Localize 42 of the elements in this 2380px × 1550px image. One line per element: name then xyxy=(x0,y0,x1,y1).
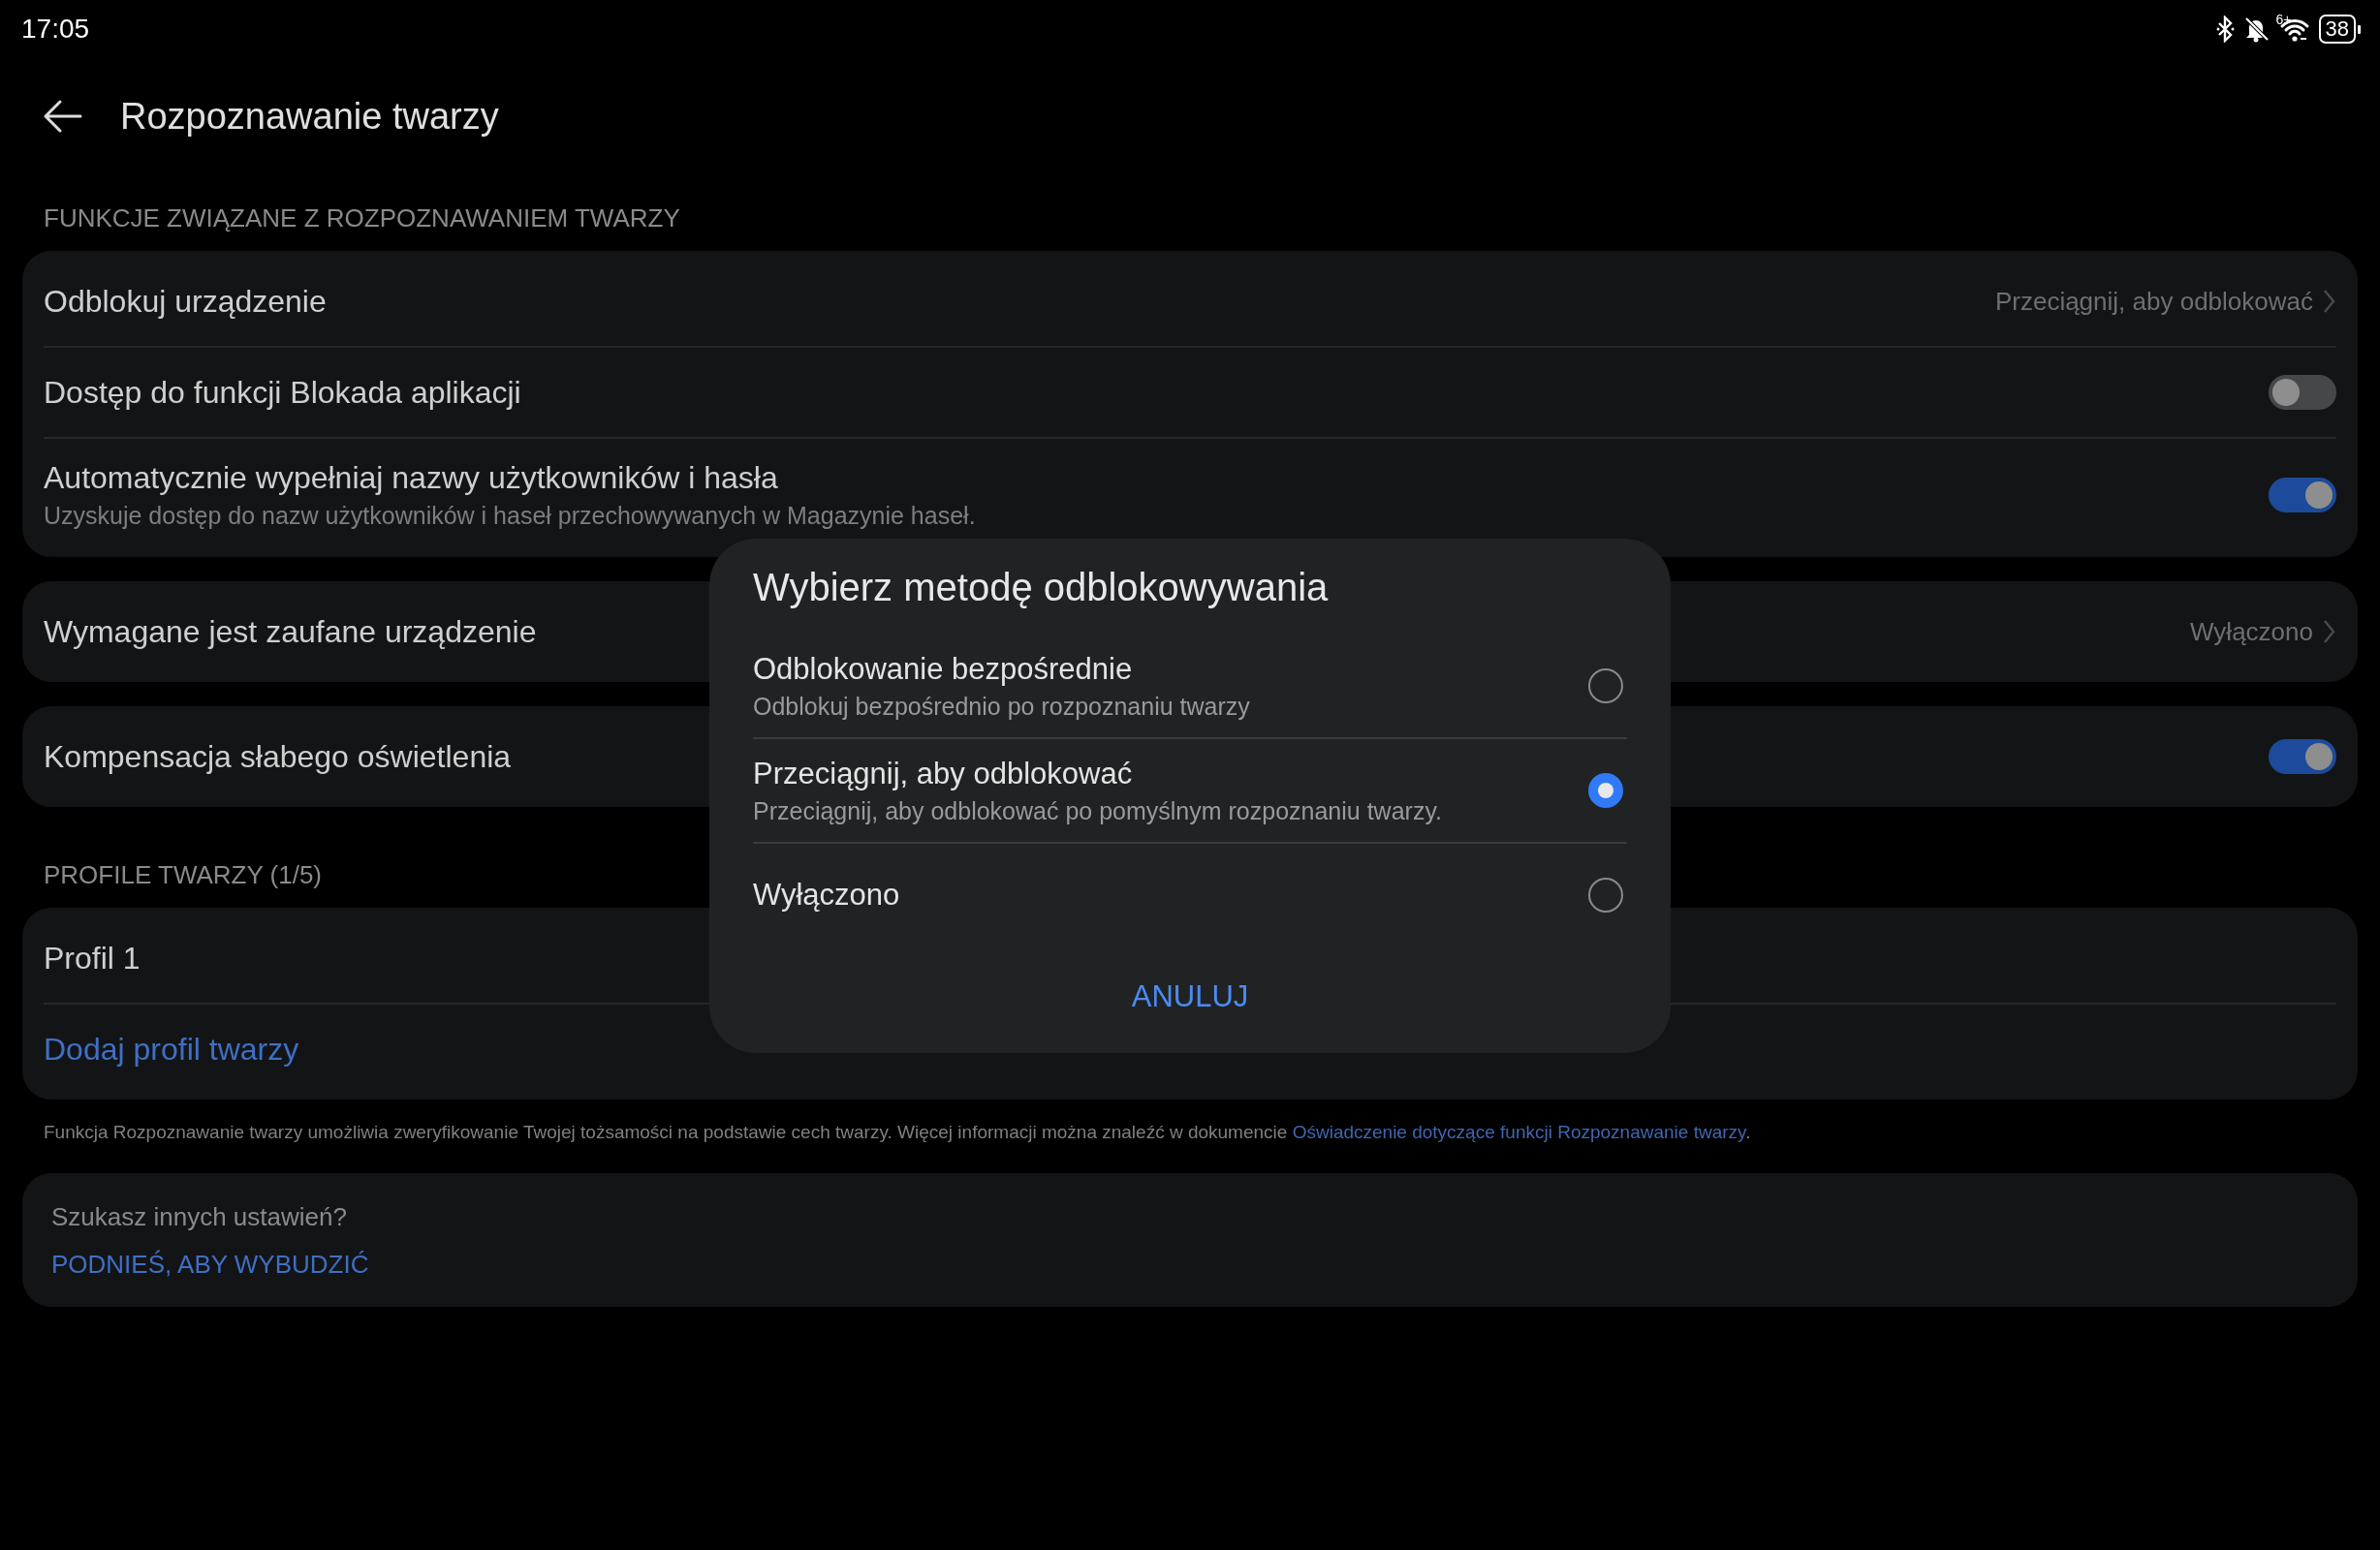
back-arrow-icon xyxy=(43,98,83,135)
toggle-switch[interactable] xyxy=(2269,478,2336,512)
toggle-switch[interactable] xyxy=(2269,739,2336,774)
page-title: Rozpoznawanie twarzy xyxy=(120,95,499,138)
setting-label: Wymagane jest zaufane urządzenie xyxy=(44,613,537,650)
radio-button[interactable] xyxy=(1588,878,1623,913)
setting-description: Uzyskuje dostęp do nazw użytkowników i haseł przechowywanych w Magazynie haseł. xyxy=(44,502,976,530)
setting-label: Kompensacja słabego oświetlenia xyxy=(44,738,512,775)
setting-label: Odblokuj urządzenie xyxy=(44,283,327,320)
option-label: Wyłączono xyxy=(753,878,900,913)
clock-time: 17:05 xyxy=(21,14,90,45)
unlock-option[interactable]: Wyłączono xyxy=(753,844,1627,946)
muted-bell-icon xyxy=(2242,16,2270,43)
option-description: Odblokuj bezpośrednio po rozpoznaniu twarzy xyxy=(753,692,1250,721)
chevron-icon xyxy=(2323,289,2336,314)
toggle-switch[interactable] xyxy=(2269,375,2336,410)
battery-level: 38 xyxy=(2324,16,2350,42)
cancel-button[interactable]: ANULUJ xyxy=(1102,962,1278,1032)
radio-button[interactable] xyxy=(1588,773,1623,808)
option-description: Przeciągnij, aby odblokować po pomyślnym rozpoznaniu twarzy. xyxy=(753,796,1442,825)
chevron-icon xyxy=(2323,619,2336,644)
footnote-text: Funkcja Rozpoznawanie twarzy umożliwia zweryfikowanie Twojej tożsamości na podstawie cech twarzy. Więcej informacji można znaleźć w dokumencie Oświadczenie dotyczące funkcji Rozpoznawanie twarzy. xyxy=(43,1121,1752,1144)
bluetooth-icon xyxy=(2215,16,2236,43)
network-type-label: 6+ xyxy=(2275,12,2292,27)
setting-label: Dostęp do funkcji Blokada aplikacji xyxy=(44,374,521,411)
option-label: Odblokowanie bezpośrednie xyxy=(753,651,1133,687)
setting-label: Automatycznie wypełniaj nazwy użytkowników i hasła xyxy=(44,460,778,496)
option-label: Przeciągnij, aby odblokować xyxy=(753,756,1133,791)
unlock-option[interactable]: Przeciągnij, aby odblokować Przeciągnij, aby odblokować po pomyślnym rozpoznaniu twarzy. xyxy=(753,739,1627,844)
unlock-option[interactable]: Odblokowanie bezpośrednie Odblokuj bezpośrednio po rozpoznaniu twarzy xyxy=(753,635,1627,739)
setting-value: Wyłączono xyxy=(2190,616,2313,647)
back-button[interactable] xyxy=(43,98,83,135)
statement-link[interactable]: Oświadczenie dotyczące funkcji Rozpoznawanie twarzy xyxy=(1292,1122,1746,1142)
section-title: FUNKCJE ZWIĄZANE Z ROZPOZNAWANIEM TWARZY xyxy=(44,203,680,233)
setting-label: Profil 1 xyxy=(44,940,141,976)
setting-value: Przeciągnij, aby odblokować xyxy=(1994,286,2313,317)
section-title: PROFILE TWARZY (1/5) xyxy=(44,860,322,890)
radio-button[interactable] xyxy=(1588,668,1623,703)
add-face-profile-link[interactable]: Dodaj profil twarzy xyxy=(44,1031,299,1068)
suggestion-title: Szukasz innych ustawień? xyxy=(51,1201,347,1232)
dialog-title: Wybierz metodę odblokowywania xyxy=(753,566,1330,609)
raise-to-wake-link[interactable]: PODNIEŚ, ABY WYBUDZIĆ xyxy=(51,1249,369,1280)
